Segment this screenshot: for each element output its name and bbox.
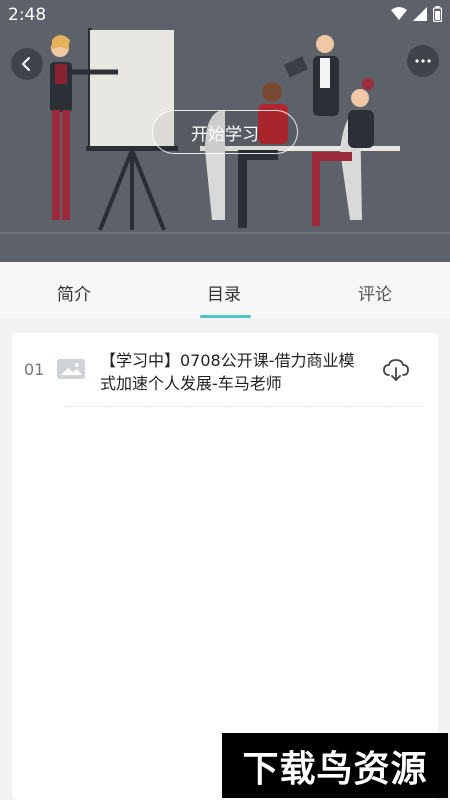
more-dots-icon bbox=[415, 59, 431, 63]
start-learning-button[interactable]: 开始学习 bbox=[152, 110, 298, 154]
signal-icon bbox=[413, 7, 427, 21]
battery-icon bbox=[433, 6, 442, 22]
image-placeholder-icon bbox=[57, 359, 85, 379]
status-time: 2:48 bbox=[8, 5, 47, 25]
item-title: 【学习中】0708公开课-借力商业模式加速个人发展-车马老师 bbox=[100, 351, 355, 393]
status-icons bbox=[391, 6, 442, 22]
status-bar: 2:48 bbox=[0, 0, 450, 30]
wifi-icon bbox=[391, 7, 407, 20]
cloud-download-icon[interactable] bbox=[382, 357, 410, 383]
tab-intro[interactable]: 简介 bbox=[57, 280, 91, 305]
tab-catalog[interactable]: 目录 bbox=[207, 280, 241, 305]
tab-comment[interactable]: 评论 bbox=[358, 280, 392, 305]
item-index: 01 bbox=[24, 360, 45, 379]
watermark-logo: 下载鸟资源 bbox=[222, 733, 448, 798]
catalog-list: 01 【学习中】0708公开课-借力商业模式加速个人发展-车马老师 bbox=[12, 333, 438, 800]
back-button[interactable] bbox=[11, 48, 43, 80]
row-divider bbox=[64, 406, 422, 407]
course-cover: 2:48 开始学习 bbox=[0, 0, 450, 262]
active-tab-indicator bbox=[200, 315, 251, 318]
chevron-left-icon bbox=[22, 57, 30, 71]
tab-bar: 简介 目录 评论 bbox=[0, 262, 450, 318]
more-button[interactable] bbox=[407, 45, 439, 77]
